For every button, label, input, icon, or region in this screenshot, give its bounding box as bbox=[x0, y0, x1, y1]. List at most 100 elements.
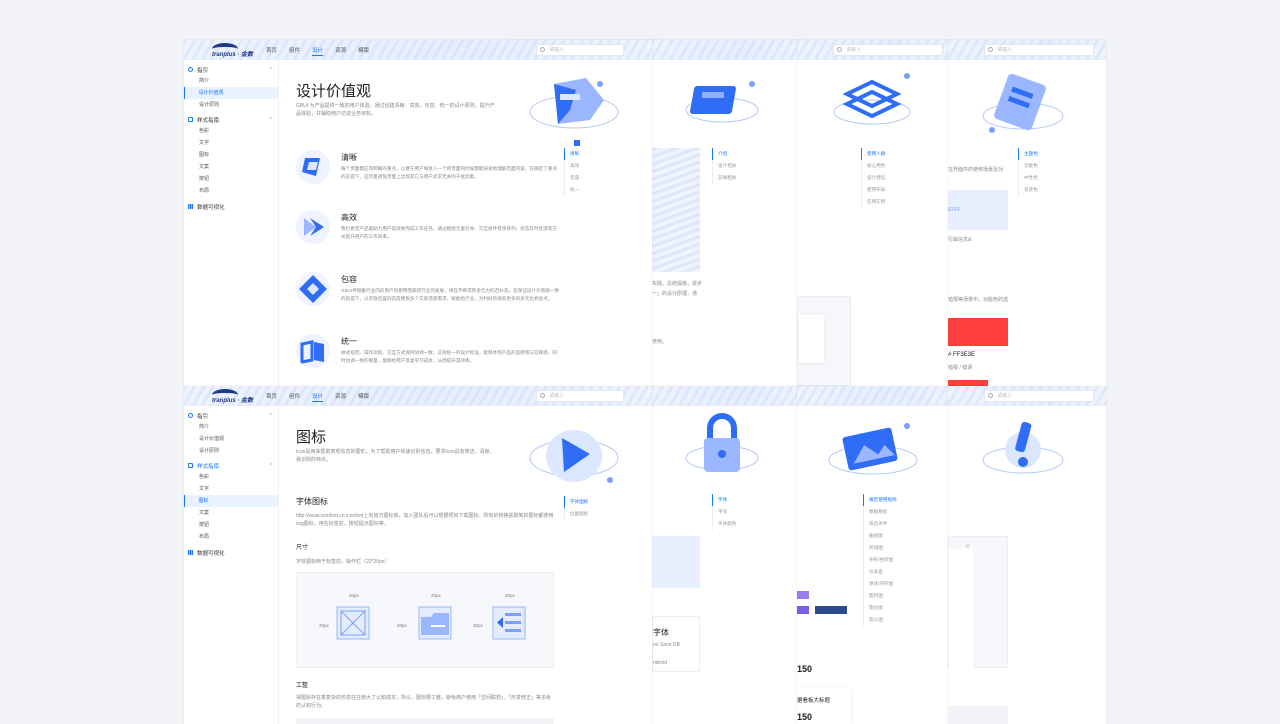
toc-item[interactable]: 字体颜色 bbox=[713, 518, 736, 530]
sidebar-group-guide[interactable]: 指引 ^ bbox=[184, 64, 278, 75]
sidebar-group-dataviz[interactable]: 数据可视化 bbox=[184, 201, 278, 212]
sidebar-item[interactable]: 文案 bbox=[184, 161, 278, 173]
toc-item[interactable]: 功能色 bbox=[1019, 160, 1038, 172]
sidebar-group-style[interactable]: 样式指南 ^ bbox=[184, 114, 278, 125]
toc-item[interactable]: 仪表盘 bbox=[864, 566, 897, 578]
toc: 清晰 高效 包容 统一 bbox=[564, 148, 579, 196]
illustration-clipboard-icon bbox=[982, 73, 1064, 133]
toc: 介绍 设计相关 前端相关 bbox=[712, 148, 736, 184]
body-text: 使用。 bbox=[652, 339, 668, 345]
search-input[interactable]: 请输入 bbox=[536, 44, 624, 56]
toc-item[interactable]: 前端相关 bbox=[713, 172, 736, 184]
toc-item[interactable]: 清晰 bbox=[564, 148, 579, 160]
close-icon[interactable]: ✕ bbox=[965, 543, 970, 550]
feature-efficiency: 高效 我们希望产品能助力用户高效地完成工作任务。通过模组元素引导、交互组件有序排… bbox=[296, 210, 566, 250]
nav-design[interactable]: 设计 bbox=[312, 392, 324, 402]
nav-design[interactable]: 设计 bbox=[312, 46, 324, 56]
toc-item[interactable]: 筛选条件 bbox=[864, 518, 897, 530]
toc-item[interactable]: 使用人群 bbox=[861, 148, 885, 160]
sidebar-item[interactable]: 色彩 bbox=[184, 471, 278, 483]
sidebar-item[interactable]: 文字 bbox=[184, 483, 278, 495]
sidebar-item[interactable]: 按钮 bbox=[184, 173, 278, 185]
nav-resources[interactable]: 资源 bbox=[335, 392, 346, 402]
sidebar-item[interactable]: 布局 bbox=[184, 531, 278, 543]
toc-item[interactable]: 高效 bbox=[565, 160, 579, 172]
search-input[interactable]: 请输入 bbox=[536, 390, 624, 402]
sidebar: 指引 ^ 简介 设计价值观 设计原则 样式指南 ^ 色彩 文字 图标 文案 按钮 布… bbox=[184, 406, 279, 724]
toc-item[interactable]: 饼状/环形图 bbox=[864, 578, 897, 590]
sidebar-item[interactable]: 文案 bbox=[184, 507, 278, 519]
toc-item[interactable]: 折线图 bbox=[864, 542, 897, 554]
page-title: 图标 bbox=[296, 429, 327, 446]
toc-item[interactable]: 位图图标 bbox=[565, 508, 588, 520]
search-icon bbox=[540, 393, 545, 398]
body-text: 错报等场景中，功能色的选 bbox=[948, 297, 1009, 303]
toc-item[interactable]: 字体图标 bbox=[564, 496, 588, 508]
toc-item[interactable]: 应用实例 bbox=[862, 196, 885, 208]
nav-home[interactable]: 首页 bbox=[266, 392, 277, 402]
toc: 报告使用规则 数据看板 筛选条件 曲线图 折线图 条形/柱状图 仪表盘 饼状/环… bbox=[863, 494, 897, 626]
body-text: 行曲信息& bbox=[948, 237, 972, 243]
toc: 使用人群 核心用色 设计建议 使用布局 应用实例 bbox=[861, 148, 885, 208]
toc-item[interactable]: 曲线图 bbox=[864, 530, 897, 542]
page-design-values: tranplus · 金数 首页 组件 设计 资源 模版 请输入 指引 ^ 简介 … bbox=[184, 40, 652, 386]
search-input[interactable]: 请输入 bbox=[984, 44, 1094, 56]
color-swatch bbox=[948, 318, 1008, 346]
sidebar-item[interactable]: 简介 bbox=[184, 421, 278, 433]
subsection-description: 得图标存在着复杂的形态往往使大了认知成本，所以，图标要工整，避免用户使用「空间联… bbox=[296, 695, 552, 709]
body-text: ndroid bbox=[653, 660, 667, 666]
bar-chart-icon bbox=[188, 204, 193, 209]
nav-templates[interactable]: 模版 bbox=[358, 46, 369, 56]
sidebar-group-style[interactable]: 样式指南 ^ bbox=[184, 460, 278, 471]
sidebar-item[interactable]: 简介 bbox=[184, 75, 278, 87]
sidebar-item[interactable]: 设计原则 bbox=[184, 99, 278, 111]
toc-item[interactable]: 背景色 bbox=[1019, 184, 1038, 196]
efficiency-icon bbox=[296, 210, 330, 244]
toc-item[interactable]: 主题色 bbox=[1018, 148, 1038, 160]
toc-item[interactable]: 设计建议 bbox=[862, 172, 885, 184]
sidebar-item[interactable]: 文字 bbox=[184, 137, 278, 149]
sidebar: 指引 ^ 简介 设计价值观 设计原则 样式指南 ^ 色彩 文字 图标 文案 按钮 布… bbox=[184, 60, 279, 386]
nav-resources[interactable]: 资源 bbox=[335, 46, 346, 56]
toc-item[interactable]: 核心用色 bbox=[862, 160, 885, 172]
toc-item[interactable]: 字体 bbox=[712, 494, 736, 506]
sidebar-group-dataviz[interactable]: 数据可视化 bbox=[184, 547, 278, 558]
toc-item[interactable]: 报告使用规则 bbox=[863, 494, 897, 506]
sidebar-item[interactable]: 设计价值观 bbox=[184, 433, 278, 445]
body-text: 在界面中的使用场景及功 bbox=[948, 167, 1004, 173]
toc-item[interactable]: 条形/柱状图 bbox=[864, 554, 897, 566]
nav-templates[interactable]: 模版 bbox=[358, 392, 369, 402]
toc-item[interactable]: 数据看板 bbox=[864, 506, 897, 518]
toc-item[interactable]: 使用布局 bbox=[862, 184, 885, 196]
nav-components[interactable]: 组件 bbox=[289, 392, 300, 402]
toc-item[interactable]: 中性色 bbox=[1019, 172, 1038, 184]
toc: 字体 字号 字体颜色 bbox=[712, 494, 736, 530]
brand-logo[interactable]: tranplus · 金数 bbox=[212, 389, 258, 404]
search-icon bbox=[837, 47, 842, 52]
search-input[interactable]: 请输入 bbox=[833, 44, 943, 56]
toc-item[interactable]: 设计相关 bbox=[713, 160, 736, 172]
sidebar-item[interactable]: 设计原则 bbox=[184, 445, 278, 457]
feature-desc: GBUI伴随着行业内的用户的使用而获得行业的发展，将在不断得到多元力的百补充。在… bbox=[341, 288, 559, 301]
sidebar-group-guide[interactable]: 指引 ^ bbox=[184, 410, 278, 421]
toc-item[interactable]: 介绍 bbox=[712, 148, 736, 160]
sidebar-item[interactable]: 布局 bbox=[184, 185, 278, 197]
sidebar-item[interactable]: 图标 bbox=[184, 149, 278, 161]
page-preview-4: 请输入 使用人群 核心用色 设计建议 使用布局 应用实例 bbox=[797, 40, 953, 386]
nav-home[interactable]: 首页 bbox=[266, 46, 277, 56]
nav-components[interactable]: 组件 bbox=[289, 46, 300, 56]
toc-item[interactable]: 字号 bbox=[713, 506, 736, 518]
sidebar-item[interactable]: 按钮 bbox=[184, 519, 278, 531]
chevron-up-icon: ^ bbox=[269, 66, 272, 73]
search-input[interactable]: 请输入 bbox=[984, 390, 1094, 402]
toc-item[interactable]: 雷达图 bbox=[864, 602, 897, 614]
sidebar-item-selected[interactable]: 图标 bbox=[184, 495, 278, 507]
sidebar-item-selected[interactable]: 设计价值观 bbox=[184, 87, 278, 99]
toc-item[interactable]: 统一 bbox=[565, 184, 579, 196]
guide-icon bbox=[188, 413, 193, 418]
brand-logo[interactable]: tranplus · 金数 bbox=[212, 43, 258, 58]
toc-item[interactable]: 漏斗图 bbox=[864, 614, 897, 626]
toc-item[interactable]: 包容 bbox=[565, 172, 579, 184]
sidebar-item[interactable]: 色彩 bbox=[184, 125, 278, 137]
toc-item[interactable]: 面积图 bbox=[864, 590, 897, 602]
